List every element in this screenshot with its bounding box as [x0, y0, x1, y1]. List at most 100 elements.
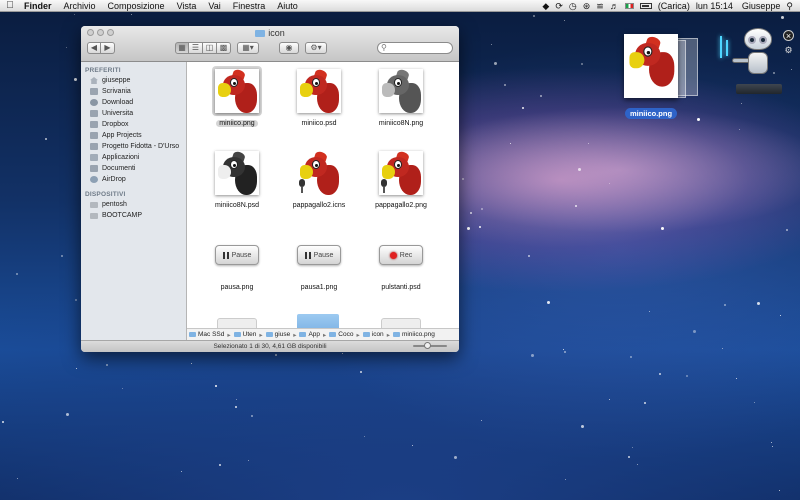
- sidebar-item-giuseppe[interactable]: giuseppe: [81, 75, 186, 86]
- star: [649, 311, 650, 312]
- file-thumbnail[interactable]: [294, 66, 344, 116]
- sidebar-item-label: Progetto Fidotta - D'Urso: [102, 143, 180, 150]
- sidebar-item-bootcamp[interactable]: BOOTCAMP: [81, 210, 186, 221]
- apple-menu-icon[interactable]: : [0, 0, 20, 11]
- widget-settings-gear-icon[interactable]: ⚙: [783, 45, 794, 56]
- file-thumbnail[interactable]: Rec: [376, 230, 426, 280]
- sync-status-icon[interactable]: ⟳: [552, 1, 566, 12]
- sidebar-item-app-projects[interactable]: App Projects: [81, 130, 186, 141]
- icon-size-slider-knob[interactable]: [424, 342, 431, 349]
- menu-composizione[interactable]: Composizione: [102, 0, 171, 12]
- battery-status[interactable]: (Carica): [655, 1, 693, 11]
- input-source-flag-icon[interactable]: [622, 1, 637, 11]
- path-segment[interactable]: miniico.png: [391, 331, 437, 338]
- file-item[interactable]: pappagallo2.icns: [279, 148, 359, 210]
- file-thumbnail[interactable]: Pause: [212, 230, 262, 280]
- file-item[interactable]: Rec pulstanti.psd: [361, 230, 441, 292]
- sidebar-item-progetto-fidotta-d-urso[interactable]: Progetto Fidotta - D'Urso: [81, 141, 186, 152]
- list-view-button[interactable]: ☰: [189, 41, 203, 54]
- search-input[interactable]: ⚲: [377, 41, 453, 54]
- star: [481, 420, 482, 421]
- sidebar-item-documenti[interactable]: Documenti: [81, 163, 186, 174]
- file-thumbnail[interactable]: [294, 148, 344, 198]
- star: [644, 402, 646, 404]
- back-button[interactable]: ◀: [87, 41, 101, 54]
- path-segment[interactable]: App: [297, 331, 322, 338]
- menubar-clock[interactable]: lun 15:14: [693, 1, 736, 11]
- menu-finder[interactable]: Finder: [20, 0, 58, 12]
- folder-icon: [90, 143, 98, 150]
- file-item[interactable]: miniico8N.psd: [197, 148, 277, 210]
- menu-finestra[interactable]: Finestra: [227, 0, 272, 12]
- menu-vai[interactable]: Vai: [202, 0, 226, 12]
- battery-icon[interactable]: [637, 1, 655, 11]
- icon-view-button[interactable]: ▦: [175, 41, 189, 54]
- coverflow-view-button[interactable]: ▩: [217, 41, 231, 54]
- sidebar-item-universita[interactable]: Universita: [81, 108, 186, 119]
- sidebar-item-airdrop[interactable]: AirDrop: [81, 174, 186, 185]
- file-item[interactable]: Pause pausa.png: [197, 230, 277, 292]
- sidebar-item-applicazioni[interactable]: Applicazioni: [81, 152, 186, 163]
- file-item[interactable]: pappagallo2.png: [361, 148, 441, 210]
- file-name-label[interactable]: pausa.png: [218, 284, 257, 291]
- desktop-file-thumbnail[interactable]: [624, 34, 678, 98]
- file-item[interactable]: miniico.psd: [279, 66, 359, 128]
- dropbox-status-icon[interactable]: ◆: [539, 1, 552, 12]
- desktop-file-label[interactable]: miniico.png: [624, 108, 678, 119]
- window-titlebar[interactable]: icon ◀ ▶ ▦ ☰ ◫ ▩ ▦▾ ◉ ⚙▾ ⚲: [81, 26, 459, 62]
- action-gear-button[interactable]: ⚙▾: [305, 41, 327, 54]
- file-item[interactable]: miniico8N.png: [361, 66, 441, 128]
- quicklook-button[interactable]: ◉: [279, 41, 299, 54]
- sidebar-item-pentosh[interactable]: pentosh: [81, 199, 186, 210]
- column-view-button[interactable]: ◫: [203, 41, 217, 54]
- folder-thumbnail-partial[interactable]: [297, 314, 339, 328]
- file-name-label[interactable]: pausa1.png: [298, 284, 341, 291]
- menu-aiuto[interactable]: Aiuto: [271, 0, 304, 12]
- star: [122, 388, 123, 389]
- star: [736, 378, 737, 379]
- file-thumbnail[interactable]: [376, 66, 426, 116]
- status-bar: Selezionato 1 di 30, 4,61 GB disponibili: [81, 340, 459, 352]
- file-name-label[interactable]: miniico8N.psd: [212, 202, 262, 209]
- menubar-user[interactable]: Giuseppe: [736, 1, 784, 11]
- volume-icon[interactable]: ♬: [607, 1, 622, 11]
- file-item[interactable]: Pause pausa1.png: [279, 230, 359, 292]
- path-segment[interactable]: giuse: [264, 331, 293, 338]
- close-widget-icon[interactable]: ×: [783, 30, 794, 41]
- icon-size-slider[interactable]: [413, 342, 447, 349]
- file-name-label[interactable]: pulstanti.psd: [378, 284, 423, 291]
- sidebar-item-scrivania[interactable]: Scrivania: [81, 86, 186, 97]
- file-name-label[interactable]: miniico.psd: [298, 120, 339, 127]
- path-segment[interactable]: Uten: [232, 331, 259, 338]
- file-thumbnail[interactable]: [376, 148, 426, 198]
- timemachine-icon[interactable]: ◷: [566, 1, 580, 12]
- file-name-label[interactable]: pappagallo2.png: [372, 202, 430, 209]
- file-name-label[interactable]: miniico.png: [216, 120, 258, 127]
- sidebar-item-dropbox[interactable]: Dropbox: [81, 119, 186, 130]
- file-name-label[interactable]: pappagallo2.icns: [290, 202, 349, 209]
- file-thumbnail-partial[interactable]: [381, 318, 421, 328]
- menu-archivio[interactable]: Archivio: [58, 0, 102, 12]
- file-thumbnail[interactable]: Pause: [294, 230, 344, 280]
- file-thumbnail[interactable]: [212, 66, 262, 116]
- file-name-label[interactable]: miniico8N.png: [376, 120, 426, 127]
- bluetooth-icon[interactable]: ⊛: [580, 1, 594, 12]
- arrange-button[interactable]: ▦▾: [237, 41, 259, 54]
- desktop-file-item[interactable]: miniico.png: [616, 34, 686, 119]
- file-item[interactable]: miniico.png: [197, 66, 277, 128]
- path-segment[interactable]: Mac SSd: [187, 331, 226, 338]
- path-segment-label: Coco: [338, 331, 354, 338]
- menu-vista[interactable]: Vista: [171, 0, 203, 12]
- star: [575, 205, 577, 207]
- spotlight-icon[interactable]: ⚲: [783, 1, 796, 12]
- forward-button[interactable]: ▶: [101, 41, 115, 54]
- sidebar-item-download[interactable]: Download: [81, 97, 186, 108]
- star: [722, 348, 723, 349]
- file-thumbnail-partial[interactable]: [217, 318, 257, 328]
- folder-icon: [265, 332, 273, 337]
- path-segment[interactable]: Coco: [327, 331, 355, 338]
- robot-widget[interactable]: [730, 28, 782, 98]
- path-segment[interactable]: icon: [361, 331, 386, 338]
- wifi-icon[interactable]: ≌: [593, 1, 607, 12]
- file-thumbnail[interactable]: [212, 148, 262, 198]
